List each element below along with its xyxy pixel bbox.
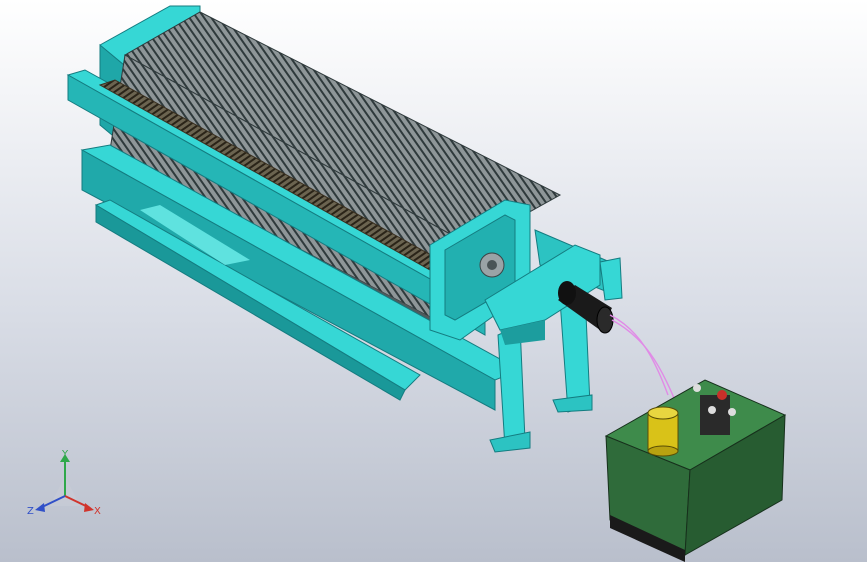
x-axis-label: X (94, 506, 101, 517)
cad-viewport[interactable]: Y X Z (0, 0, 867, 562)
hydraulic-power-unit (604, 379, 787, 562)
filter-press-model[interactable] (0, 0, 867, 562)
axis-triad: Y X Z (27, 449, 101, 517)
y-axis-label: Y (61, 449, 69, 460)
z-axis-label: Z (27, 506, 34, 517)
hydraulic-hoses (609, 314, 675, 399)
